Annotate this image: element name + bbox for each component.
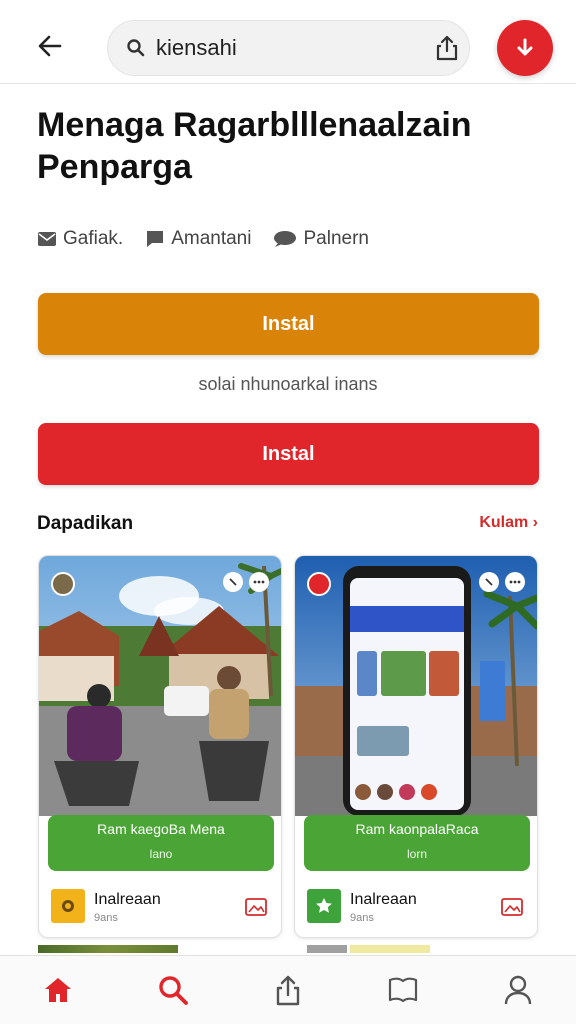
meta-label-message: Palnern	[303, 228, 369, 249]
card-overlay-title: Ram kaonpalaRaca	[355, 821, 479, 837]
share-button[interactable]	[425, 35, 469, 61]
meta-item-mail[interactable]: Gafiak.	[37, 228, 123, 250]
section-see-all-link[interactable]: Kulam ›	[479, 514, 538, 532]
meta-item-chat[interactable]: Amantani	[145, 228, 251, 250]
gallery-icon[interactable]	[501, 898, 523, 916]
card-overlay-subtitle: lorn	[406, 847, 427, 861]
home-icon	[44, 978, 71, 1002]
card-mute-button[interactable]	[223, 572, 243, 592]
section-title: Dapadikan	[37, 513, 134, 534]
chat-icon	[147, 231, 164, 247]
tab-share[interactable]	[230, 956, 345, 1024]
search-icon	[127, 39, 145, 57]
card-overlay-title: Ram kaegoBa Mena	[97, 821, 225, 837]
app-subtitle: 9ans	[94, 912, 118, 924]
share-icon	[276, 975, 300, 1006]
install-subnote: solai nhunoarkal inans	[198, 374, 378, 394]
install-button-primary[interactable]: Instal	[38, 293, 539, 355]
more-icon	[509, 580, 521, 584]
search-text[interactable]: kiensahi	[156, 35, 425, 61]
back-button[interactable]	[30, 28, 70, 64]
app-subtitle: 9ans	[350, 912, 374, 924]
mute-icon	[485, 578, 493, 586]
creator-avatar[interactable]	[51, 572, 75, 596]
book-icon	[389, 977, 418, 1003]
meta-item-message[interactable]: Palnern	[273, 228, 369, 250]
card-mute-button[interactable]	[479, 572, 499, 592]
message-icon	[274, 231, 297, 247]
title-line-2: Penparga	[37, 148, 192, 186]
top-bar: kiensahi	[0, 0, 576, 84]
share-icon	[436, 35, 458, 61]
meta-label-mail: Gafiak.	[63, 228, 124, 249]
search-icon	[159, 976, 188, 1005]
title-line-1: Menaga Ragarblllenaalzain	[37, 106, 472, 144]
tab-library[interactable]	[346, 956, 461, 1024]
card-photo-street	[39, 556, 281, 816]
next-card-peek	[38, 945, 178, 953]
next-card-peek	[307, 945, 347, 953]
install-button-secondary[interactable]: Instal	[38, 423, 539, 485]
meta-row: Gafiak. Amantani Palnern	[37, 228, 369, 250]
recommendation-card[interactable]: Ram kaegoBa Mena lano Inalreaan 9ans	[38, 555, 282, 938]
meta-label-chat: Amantani	[171, 228, 252, 249]
page-title: Menaga Ragarblllenaalzain Penparga	[37, 104, 537, 188]
app-icon	[307, 889, 341, 923]
card-overlay[interactable]: Ram kaegoBa Mena lano	[48, 815, 274, 871]
card-overlay[interactable]: Ram kaonpalaRaca lorn	[304, 815, 530, 871]
download-button[interactable]	[497, 20, 553, 76]
card-photo-phone	[295, 556, 537, 816]
card-more-button[interactable]	[249, 572, 269, 592]
app-logo-icon	[62, 900, 74, 912]
next-card-peek	[350, 945, 430, 953]
bottom-tab-bar	[0, 955, 576, 1024]
app-name: Inalreaan	[350, 891, 417, 908]
creator-avatar[interactable]	[307, 572, 331, 596]
download-icon	[517, 38, 533, 56]
search-bar[interactable]: kiensahi	[107, 20, 470, 76]
mute-icon	[229, 578, 237, 586]
star-icon	[316, 898, 332, 913]
more-icon	[253, 580, 265, 584]
card-more-button[interactable]	[505, 572, 525, 592]
tab-profile[interactable]	[461, 956, 576, 1024]
app-icon	[51, 889, 85, 923]
back-arrow-icon	[38, 35, 62, 57]
recommendation-card[interactable]: Ram kaonpalaRaca lorn Inalreaan 9ans	[294, 555, 538, 938]
profile-icon	[505, 975, 532, 1005]
tab-search[interactable]	[115, 956, 230, 1024]
mail-icon	[38, 232, 56, 246]
card-overlay-subtitle: lano	[149, 847, 173, 861]
tab-home[interactable]	[0, 956, 115, 1024]
gallery-icon[interactable]	[245, 898, 267, 916]
app-name: Inalreaan	[94, 891, 161, 908]
